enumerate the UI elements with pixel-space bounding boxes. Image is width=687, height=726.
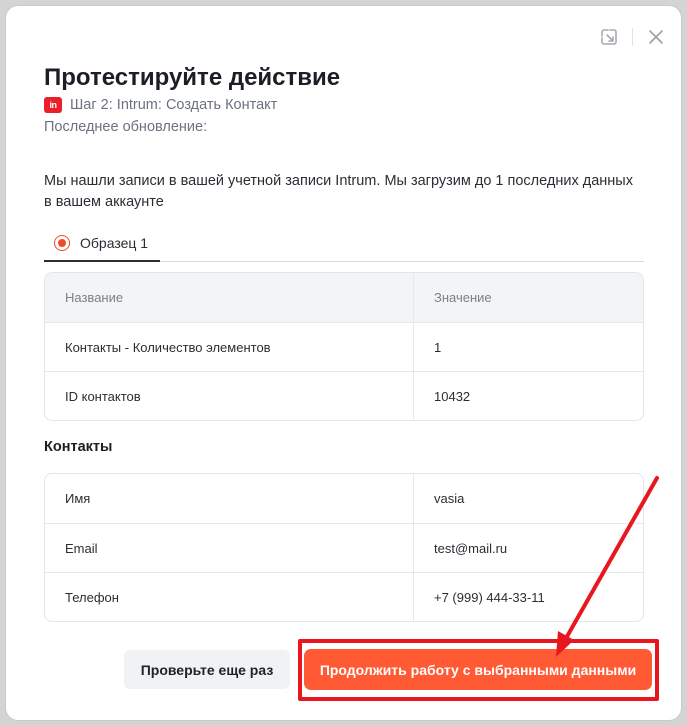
column-header-value: Значение	[434, 290, 492, 305]
table-row: Email test@mail.ru	[45, 523, 643, 572]
field-name: Телефон	[45, 573, 414, 621]
field-name: Контакты - Количество элементов	[45, 323, 414, 371]
test-action-modal: Протестируйте действие in Шаг 2: Intrum:…	[6, 6, 681, 720]
table-row: Имя vasia	[45, 474, 643, 523]
field-value: +7 (999) 444-33-11	[434, 589, 545, 605]
field-value: 1	[434, 339, 442, 355]
intrum-logo-icon: in	[44, 97, 62, 113]
expand-icon[interactable]	[598, 26, 620, 48]
field-name: Имя	[45, 474, 414, 523]
tab-label: Образец 1	[80, 234, 149, 251]
tab-sample-1[interactable]: Образец 1	[44, 225, 160, 262]
contacts-table: Имя vasia Email test@mail.ru Телефон +7 …	[44, 473, 644, 622]
modal-top-actions	[598, 26, 667, 48]
continue-button[interactable]: Продолжить работу с выбранными данными	[304, 649, 652, 690]
close-icon[interactable]	[645, 26, 667, 48]
table-row: Телефон +7 (999) 444-33-11	[45, 572, 643, 621]
field-value: 10432	[434, 388, 471, 404]
step-label: Шаг 2: Intrum: Создать Контакт	[70, 97, 278, 113]
summary-table: Название Значение Контакты - Количество …	[44, 272, 644, 421]
step-info: in Шаг 2: Intrum: Создать Контакт	[44, 97, 277, 113]
contacts-section-title: Контакты	[44, 439, 113, 455]
table-header-row: Название Значение	[45, 273, 643, 322]
radio-selected-icon[interactable]	[54, 234, 70, 251]
last-updated-label: Последнее обновление:	[44, 119, 208, 135]
field-value: vasia	[434, 491, 465, 506]
field-name: Email	[45, 524, 414, 572]
sample-tabs: Образец 1	[44, 225, 644, 262]
retry-button[interactable]: Проверьте еще раз	[124, 650, 290, 689]
description-text: Мы нашли записи в вашей учетной записи I…	[44, 173, 633, 210]
page-title: Протестируйте действие	[44, 64, 341, 91]
field-value: test@mail.ru	[434, 540, 508, 556]
table-row: Контакты - Количество элементов 1	[45, 322, 643, 371]
actions-divider	[632, 28, 633, 46]
table-row: ID контактов 10432	[45, 371, 643, 420]
field-name: ID контактов	[45, 372, 414, 420]
column-header-name: Название	[45, 273, 414, 322]
